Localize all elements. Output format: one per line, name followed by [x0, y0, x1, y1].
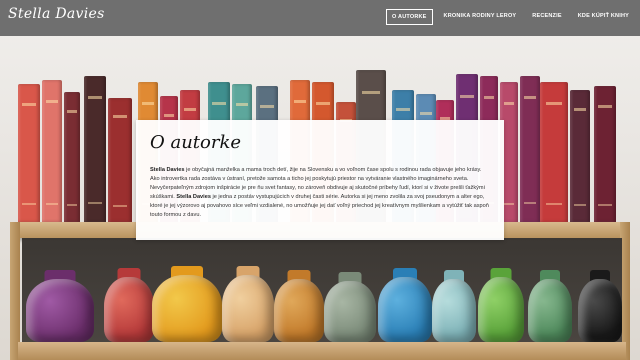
book-spine [18, 84, 40, 222]
about-title: O autorke [150, 132, 242, 153]
about-card: O autorke Stella Davies je obyčajná manž… [136, 120, 504, 240]
vase-body [432, 279, 476, 342]
book-spine [64, 92, 80, 222]
vase-body [104, 277, 154, 342]
nav-menu: O autorke Kronika rodiny Leroy Recenzie … [386, 9, 634, 25]
author-name-2: Stella Davies [176, 194, 211, 200]
vase [274, 270, 324, 342]
vase [152, 266, 222, 342]
vase-body [274, 279, 324, 342]
vase [478, 268, 524, 342]
vase-body [478, 277, 524, 342]
brand-logo[interactable]: Stella Davies [8, 6, 105, 22]
vase-body [26, 279, 94, 342]
book-spine [540, 82, 568, 222]
book-spine [42, 80, 62, 222]
vase-body [222, 275, 274, 342]
vase [104, 268, 154, 342]
nav-link-o-autorke[interactable]: O autorke [386, 9, 433, 25]
vase-body [378, 277, 432, 342]
book-spine [108, 98, 132, 222]
shelf-bottom-board [18, 342, 626, 360]
vase-body [152, 275, 222, 342]
vase [528, 270, 572, 342]
vase [578, 270, 622, 342]
book-spine [570, 90, 590, 222]
vase-body [528, 279, 572, 342]
nav-link-kronika[interactable]: Kronika rodiny Leroy [439, 9, 522, 25]
book-spine [520, 76, 540, 222]
vase [26, 270, 94, 342]
book-spine [84, 76, 106, 222]
vase-row [0, 262, 640, 342]
about-text: Stella Davies je obyčajná manželka a mam… [150, 166, 490, 220]
vase [324, 272, 376, 342]
vase [222, 266, 274, 342]
vase-body [578, 279, 622, 342]
vase-body [324, 281, 376, 342]
author-name: Stella Davies [150, 167, 185, 173]
navbar: Stella Davies O autorke Kronika rodiny L… [0, 0, 640, 36]
nav-link-recenzie[interactable]: Recenzie [527, 9, 566, 25]
vase [378, 268, 432, 342]
vase [432, 270, 476, 342]
book-spine [594, 86, 616, 222]
nav-link-kde-kupit[interactable]: Kde kúpiť knihy [573, 9, 634, 25]
